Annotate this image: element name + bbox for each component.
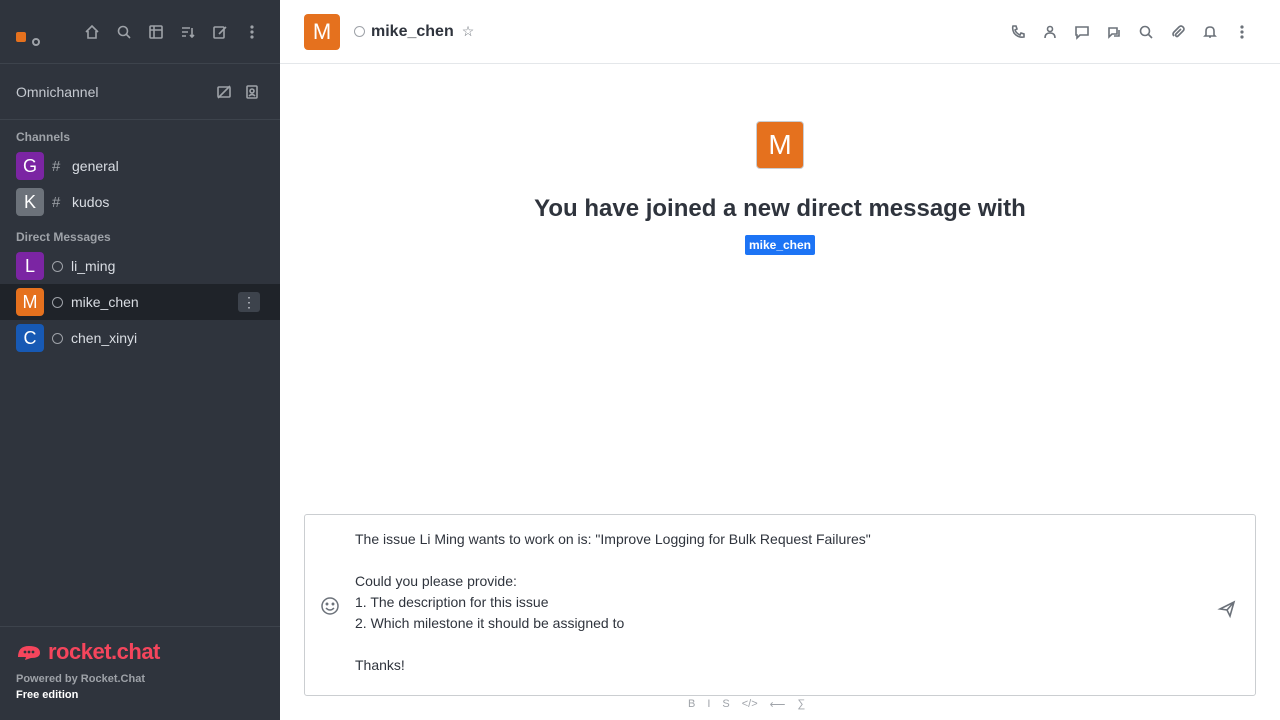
sidebar-topbar (0, 0, 280, 64)
status-offline-icon (354, 26, 365, 37)
room-header: M mike_chen ☆ (280, 0, 1280, 64)
welcome-title: You have joined a new direct message wit… (534, 195, 1026, 222)
discussion-button[interactable] (1068, 18, 1096, 46)
italic-button[interactable]: I (707, 698, 710, 711)
status-offline-icon (52, 260, 63, 272)
rocket-logo-icon (18, 646, 40, 660)
room-name: kudos (72, 194, 110, 210)
home-button[interactable] (78, 18, 106, 46)
team-icon (1044, 25, 1056, 38)
avatar-image (16, 31, 26, 42)
files-button[interactable] (1164, 18, 1192, 46)
dm-welcome: M You have joined a new direct message w… (280, 121, 1280, 255)
directory-button[interactable] (142, 18, 170, 46)
omnichannel-contact-center-button[interactable] (238, 78, 266, 106)
home-icon (85, 24, 99, 39)
room-avatar: C (16, 324, 44, 352)
message-composer: The issue Li Ming wants to work on is: "… (304, 514, 1256, 696)
room-avatar: K (16, 188, 44, 216)
room-name: mike_chen (71, 294, 139, 310)
call-button[interactable] (1004, 18, 1032, 46)
sidebar-item-mike-chen[interactable]: M mike_chen ⋮ (0, 284, 280, 320)
logo-text: rocket.chat (48, 639, 160, 664)
omnichannel-label: Omnichannel (16, 83, 99, 100)
status-indicator (32, 37, 40, 46)
send-button[interactable] (1217, 599, 1237, 619)
emoji-button[interactable] (319, 595, 341, 617)
discussion-icon (1075, 25, 1089, 40)
sort-icon (182, 26, 195, 38)
room-menu-button[interactable]: ⋮ (238, 292, 260, 312)
kebab-menu-icon (1240, 24, 1244, 39)
sidebar-item-kudos[interactable]: K # kudos (0, 184, 280, 220)
message-input[interactable]: The issue Li Ming wants to work on is: "… (355, 529, 1205, 683)
formula-button[interactable]: ∑ (797, 698, 805, 711)
notifications-button[interactable] (1196, 18, 1224, 46)
room-avatar: M (16, 288, 44, 316)
room-avatar: G (16, 152, 44, 180)
bold-button[interactable]: B (688, 698, 695, 711)
strike-button[interactable]: S (722, 698, 729, 711)
room-avatar: L (16, 252, 44, 280)
emoji-icon (321, 597, 339, 615)
header-avatar[interactable]: M (304, 13, 340, 50)
threads-button[interactable] (1100, 18, 1128, 46)
search-button[interactable] (110, 18, 138, 46)
formatting-toolbar: B I S </> ⟵ ∑ (688, 698, 805, 711)
phone-icon (1011, 24, 1025, 38)
link-button[interactable]: ⟵ (770, 698, 786, 711)
room-name: chen_xinyi (71, 330, 138, 346)
powered-by-text[interactable]: Powered by Rocket.Chat (16, 673, 264, 685)
main-area: M mike_chen ☆ M You have joined a new di… (280, 0, 1280, 720)
user-avatar[interactable] (14, 19, 40, 46)
welcome-avatar: M (756, 121, 804, 169)
threads-icon (1108, 26, 1120, 39)
sidebar-item-general[interactable]: G # general (0, 148, 280, 184)
favorite-star-icon[interactable]: ☆ (462, 23, 475, 40)
paperclip-icon (1172, 24, 1185, 37)
code-button[interactable]: </> (742, 698, 758, 711)
hashtag-icon: # (52, 193, 61, 211)
room-options-button[interactable] (1228, 18, 1256, 46)
rocket-chat-logo[interactable]: rocket.chat (16, 639, 264, 665)
room-name: li_ming (71, 258, 116, 274)
user-mention[interactable]: mike_chen (744, 235, 816, 255)
omnichannel-availability-button[interactable] (210, 78, 238, 106)
contact-icon (246, 84, 258, 99)
room-title[interactable]: mike_chen (371, 23, 454, 41)
options-button[interactable] (238, 18, 266, 46)
team-button[interactable] (1036, 18, 1064, 46)
kebab-menu-icon (250, 24, 254, 39)
hashtag-icon: # (52, 157, 61, 175)
sidebar-item-chen-xinyi[interactable]: C chen_xinyi (0, 320, 280, 356)
omnichannel-section: Omnichannel (0, 64, 280, 120)
chat-off-icon (217, 84, 231, 99)
sidebar-footer: rocket.chat Powered by Rocket.Chat Free … (0, 626, 280, 720)
edition-label: Free edition (16, 689, 79, 701)
create-new-button[interactable] (206, 18, 234, 46)
sidebar-item-li-ming[interactable]: L li_ming (0, 248, 280, 284)
search-icon (117, 25, 131, 39)
room-name: general (72, 158, 119, 174)
search-messages-button[interactable] (1132, 18, 1160, 46)
bell-icon (1203, 25, 1217, 38)
status-offline-icon (52, 296, 63, 308)
channels-section-title: Channels (16, 130, 71, 144)
direct-messages-section-title: Direct Messages (16, 230, 111, 244)
sidebar: Omnichannel Channels G # general K # kud… (0, 0, 280, 720)
status-offline-icon (52, 332, 63, 344)
sort-button[interactable] (174, 18, 202, 46)
directory-icon (149, 24, 163, 39)
pencil-icon (213, 25, 227, 39)
send-icon (1217, 600, 1236, 619)
search-icon (1139, 25, 1153, 39)
